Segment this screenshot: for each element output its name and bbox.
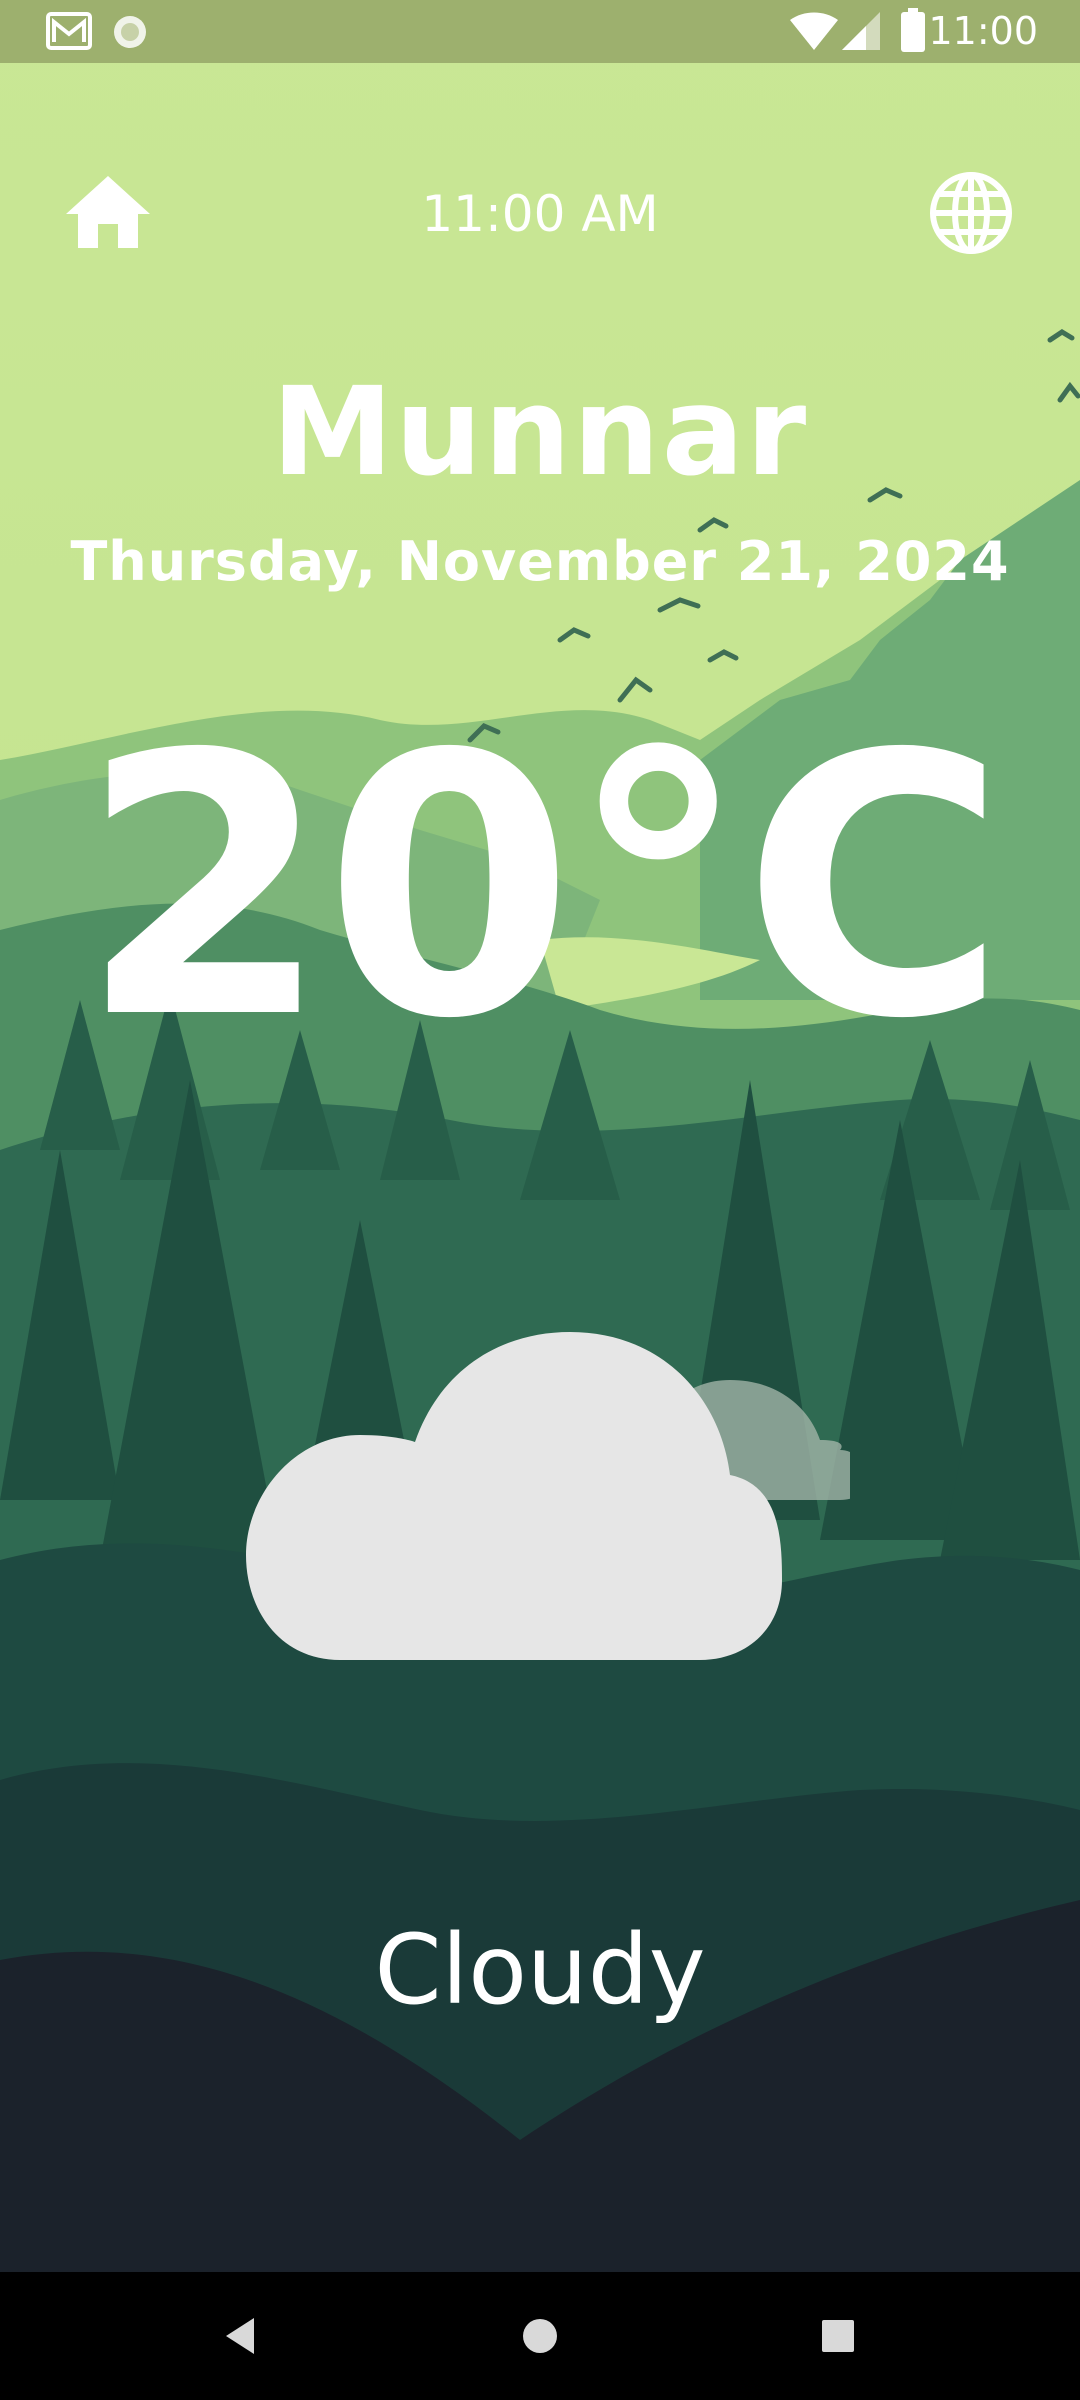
- cloud-icon: [246, 1332, 850, 1660]
- globe-icon: [930, 172, 1012, 254]
- city-name: Munnar: [271, 361, 809, 503]
- recents-icon: [822, 2320, 854, 2352]
- current-date: Thursday, November 21, 2024: [70, 530, 1010, 593]
- sync-icon: [114, 16, 146, 48]
- signal-icon: [842, 12, 880, 50]
- system-navigation-bar: [0, 2272, 1080, 2400]
- current-time: 11:00 AM: [421, 185, 659, 243]
- weather-screen: 11:00 11:00 AM Munnar Thursday, November…: [0, 0, 1080, 2400]
- status-bar: 11:00: [0, 0, 1080, 63]
- back-icon: [226, 2318, 254, 2354]
- recents-button[interactable]: [808, 2306, 868, 2366]
- weather-condition: Cloudy: [374, 1914, 706, 2026]
- temperature: 20°C: [79, 678, 1006, 1097]
- language-button[interactable]: [928, 170, 1014, 256]
- home-circle-icon: [523, 2319, 557, 2353]
- status-bar-time: 11:00: [928, 9, 1038, 53]
- back-button[interactable]: [210, 2306, 270, 2366]
- wifi-icon: [790, 12, 838, 50]
- home-nav-button[interactable]: [510, 2306, 570, 2366]
- gmail-icon: [46, 12, 92, 50]
- battery-icon: [901, 8, 925, 52]
